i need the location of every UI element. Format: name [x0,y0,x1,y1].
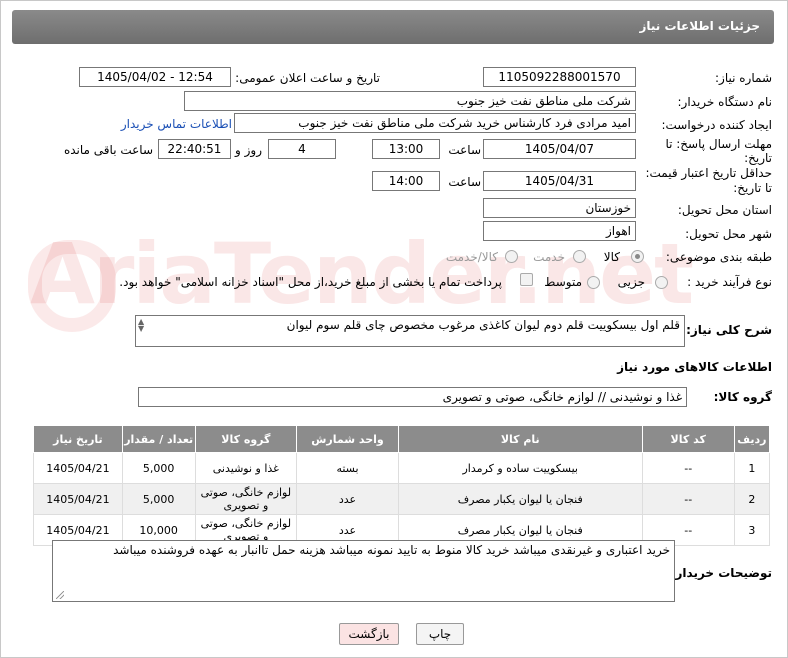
province-label: استان محل تحویل: [677,203,772,217]
cell-date: 1405/04/21 [33,483,123,515]
back-button[interactable]: بازگشت [339,623,399,645]
deadline-time-field: 13:00 [372,139,440,159]
header-bar: جزئیات اطلاعات نیاز [12,10,774,44]
col-code: کد کالا [641,425,735,453]
cell-name: فنجان یا لیوان یکبار مصرف [397,483,643,515]
category-option-goods-service: کالا/خدمت [445,250,498,264]
announce-field: 1405/04/02 - 12:54 [79,67,231,87]
buyer-notes-text: خرید اعتباری و غیرنقدی میباشد خرید کالا … [113,543,670,557]
goods-group-label: گروه کالا: [713,390,772,404]
col-date: تاریخ نیاز [33,425,123,453]
cell-group: غذا و نوشیدنی [194,452,298,484]
print-button[interactable]: چاپ [416,623,464,645]
creator-label: ایجاد کننده درخواست: [661,118,772,132]
remaining-time-field: 22:40:51 [158,139,231,159]
province-field: خوزستان [483,198,636,218]
days-label: روز و [235,143,262,157]
goods-info-title: اطلاعات کالاهای مورد نیاز [617,360,772,374]
process-option-medium: متوسط [544,275,582,289]
col-row: ردیف [733,425,771,453]
days-field: 4 [268,139,336,159]
deadline-date-field: 1405/04/07 [483,139,636,159]
scroll-arrows-icon[interactable]: ▲ ▼ [138,318,144,333]
cell-row: 2 [733,483,771,515]
process-radio-minor[interactable] [655,276,668,289]
cell-row: 3 [733,514,771,546]
validity-time-field: 14:00 [372,171,440,191]
resize-handle-icon[interactable] [56,591,64,599]
city-label: شهر محل تحویل: [685,227,772,241]
category-option-service: خدمت [533,250,565,264]
city-field: اهواز [483,221,636,241]
cell-date: 1405/04/21 [33,452,123,484]
deadline-label: مهلت ارسال پاسخ: تا [665,137,772,151]
category-radio-service[interactable] [573,250,586,263]
contact-info-link[interactable]: اطلاعات تماس خریدار [121,117,232,131]
col-unit: واحد شمارش [296,425,399,453]
col-group: گروه کالا [194,425,298,453]
description-text: قلم اول بیسکوییت قلم دوم لیوان کاغذی مرغ… [286,318,680,332]
cell-unit: بسته [296,452,399,484]
remaining-label: ساعت باقی مانده [63,143,153,157]
category-option-goods: کالا [603,250,620,264]
cell-qty: 5,000 [121,483,196,515]
validity-label-2: تا تاریخ: [733,181,772,195]
cell-name: بیسکوییت ساده و کرمدار [397,452,643,484]
deadline-time-label: ساعت [448,143,481,157]
process-label: نوع فرآیند خرید : [687,275,772,289]
announce-label: تاریخ و ساعت اعلان عمومی: [235,71,380,85]
treasury-checkbox[interactable] [520,273,533,286]
table-row: 2 -- فنجان یا لیوان یکبار مصرف عدد لوازم… [33,483,771,515]
category-label: طبقه بندی موضوعی: [665,250,772,264]
buyer-field: شرکت ملی مناطق نفت خیز جنوب [184,91,636,111]
buyer-notes-field: خرید اعتباری و غیرنقدی میباشد خرید کالا … [52,540,675,602]
process-radio-medium[interactable] [587,276,600,289]
creator-field: امید مرادی فرد کارشناس خرید شرکت ملی منا… [234,113,636,133]
description-field: ▲ ▼ قلم اول بیسکوییت قلم دوم لیوان کاغذی … [135,315,685,347]
category-radio-goods-service[interactable] [505,250,518,263]
cell-qty: 5,000 [121,452,196,484]
cell-code: -- [641,452,735,484]
table-header-row: ردیف کد کالا نام کالا واحد شمارش گروه کا… [33,425,771,453]
category-radio-goods[interactable] [631,250,644,263]
goods-group-field: غذا و نوشیدنی // لوازم خانگی، صوتی و تصو… [138,387,687,407]
cell-group: لوازم خانگی، صوتی و تصویری [194,483,298,515]
page-title: جزئیات اطلاعات نیاز [639,19,760,33]
buyer-label: نام دستگاه خریدار: [677,95,773,109]
cell-row: 1 [733,452,771,484]
items-table: ردیف کد کالا نام کالا واحد شمارش گروه کا… [33,425,771,546]
validity-date-field: 1405/04/31 [483,171,636,191]
deadline-label-2: تاریخ: [744,151,772,165]
validity-label: حداقل تاریخ اعتبار قیمت: [645,166,772,180]
col-name: نام کالا [397,425,643,453]
description-label: شرح کلی نیاز: [686,323,772,337]
validity-time-label: ساعت [448,175,481,189]
table-row: 1 -- بیسکوییت ساده و کرمدار بسته غذا و ن… [33,452,771,484]
treasury-note: پرداخت تمام یا بخشی از مبلغ خرید،از محل … [119,275,502,289]
need-number-field: 1105092288001570 [483,67,636,87]
col-qty: تعداد / مقدار [121,425,196,453]
process-option-minor: جزیی [617,275,645,289]
need-number-label: شماره نیاز: [715,71,772,85]
cell-unit: عدد [296,483,399,515]
buyer-notes-label: توضیحات خریدار: [670,566,772,580]
cell-code: -- [641,483,735,515]
